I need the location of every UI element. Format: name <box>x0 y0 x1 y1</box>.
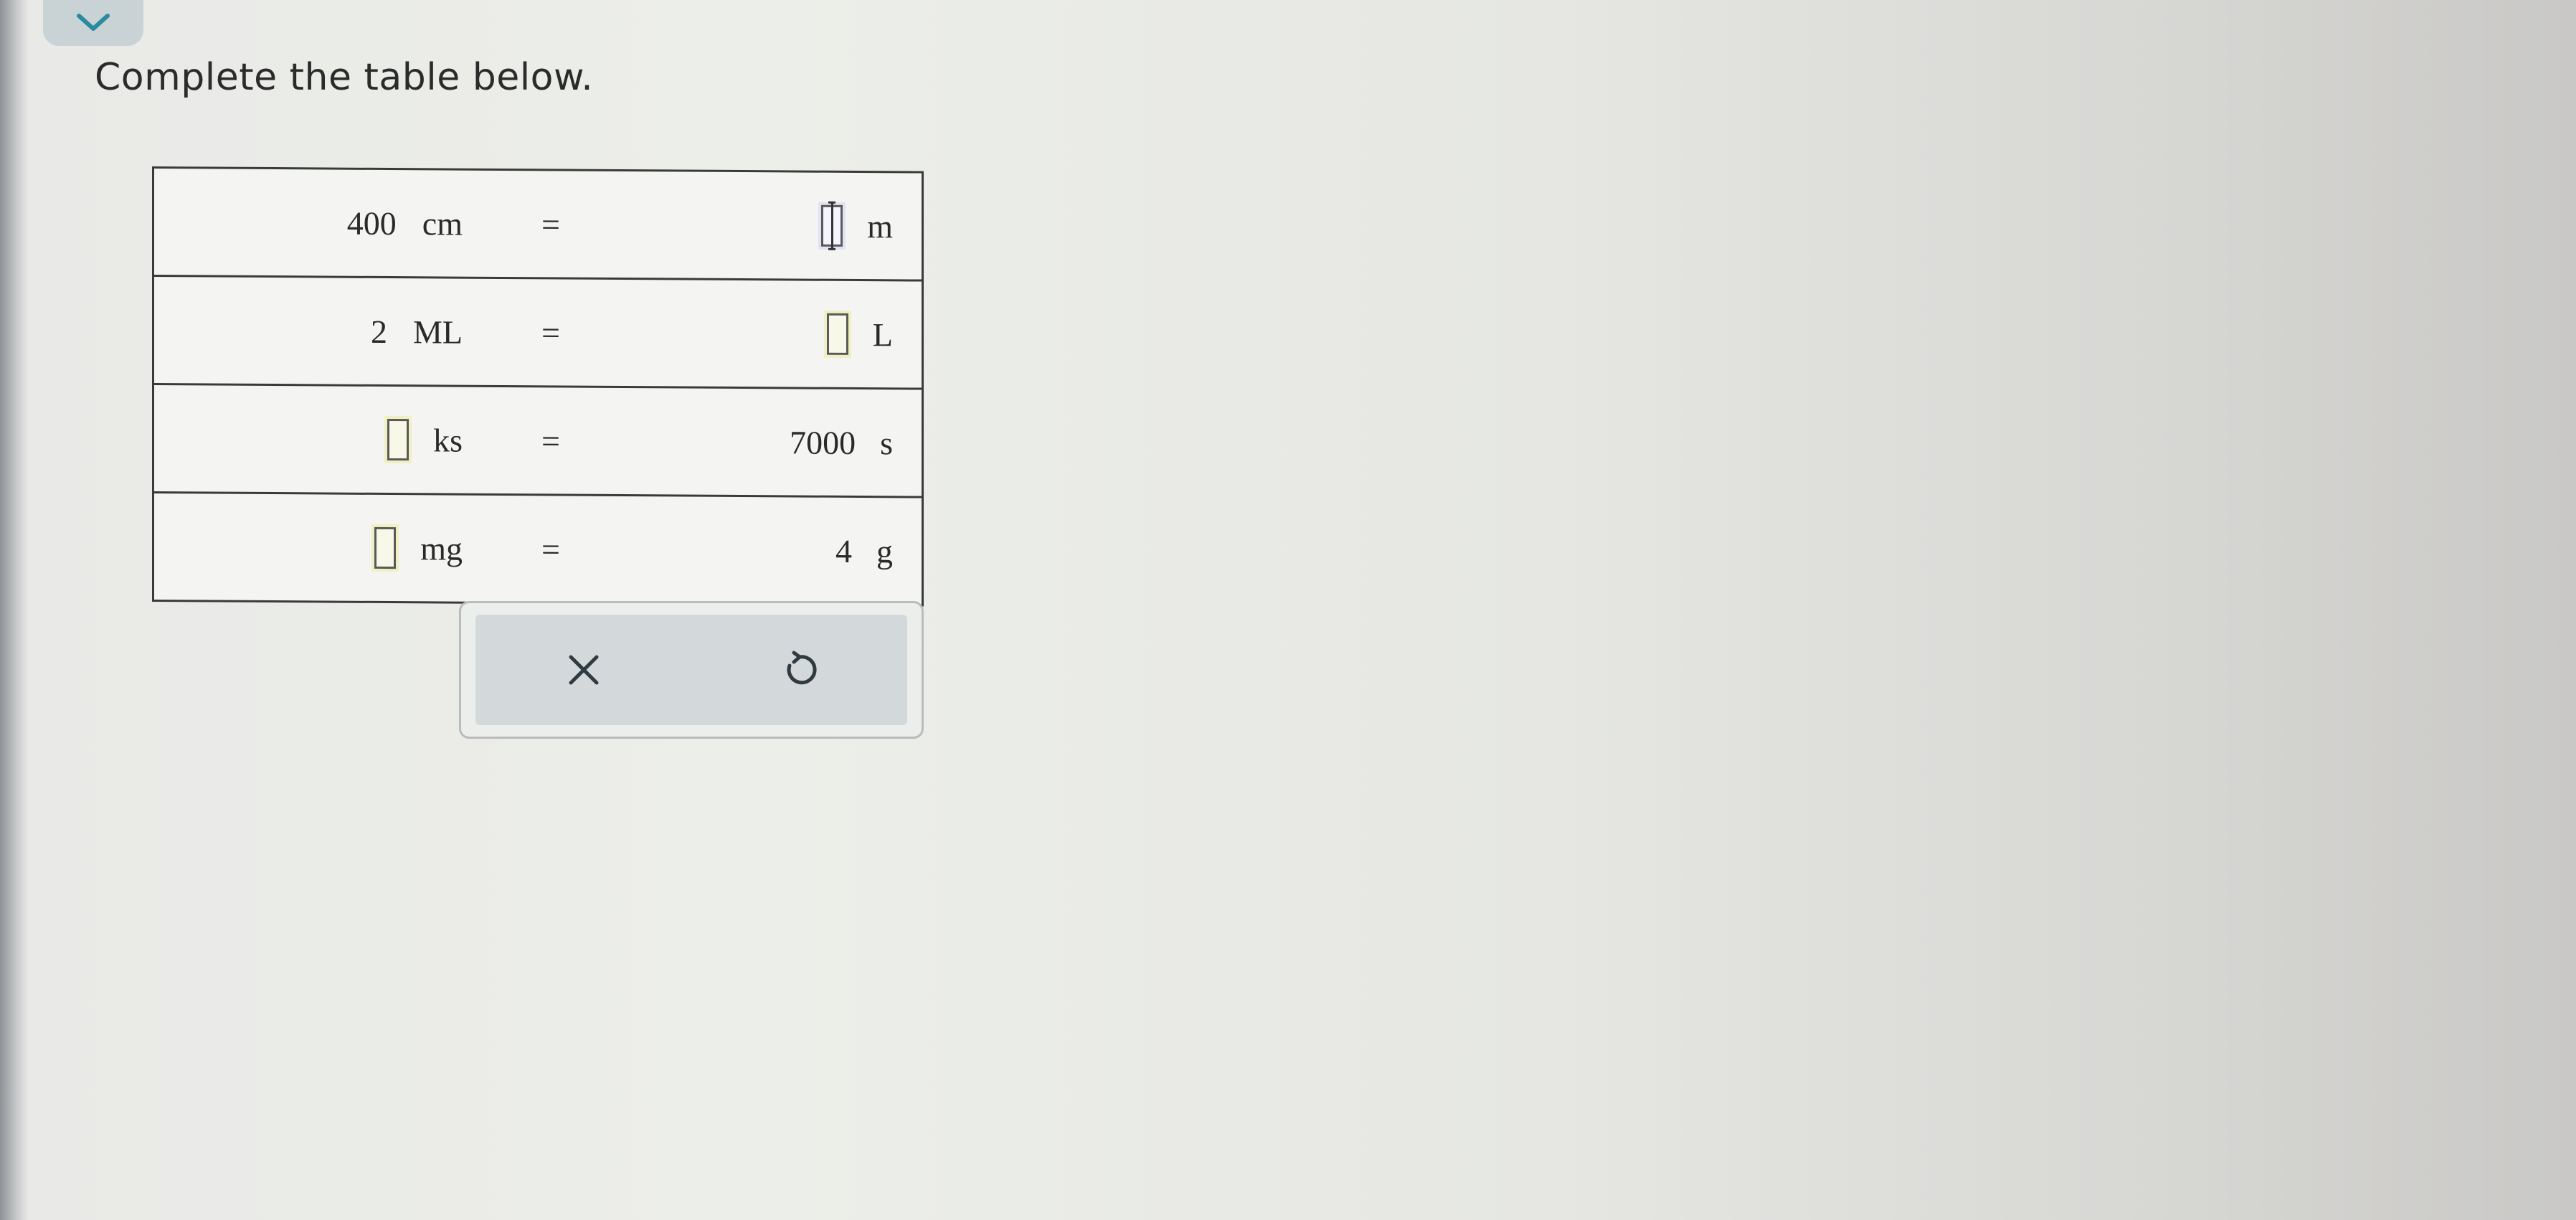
lhs-unit: cm <box>422 204 463 242</box>
rhs-cell: m <box>699 172 922 280</box>
rhs-unit: L <box>872 316 893 353</box>
equals-sign: = <box>527 171 699 278</box>
clear-button[interactable] <box>541 627 627 713</box>
equals-sign: = <box>527 279 699 386</box>
collapse-toggle[interactable] <box>43 0 143 46</box>
lhs-cell: 400 cm <box>154 169 527 277</box>
rhs-cell: 4 g <box>699 497 922 605</box>
lhs-unit: mg <box>420 529 463 567</box>
table-row: 2 ML = L <box>154 277 922 390</box>
action-bar <box>475 615 907 725</box>
answer-input-m[interactable] <box>821 202 843 250</box>
lhs-cell: 2 ML <box>154 277 527 385</box>
rhs-value: 4 <box>835 532 852 569</box>
lhs-cell: mg <box>154 493 527 602</box>
rhs-unit: s <box>880 424 893 461</box>
screen-edge <box>0 0 29 1220</box>
equals-sign: = <box>527 496 699 602</box>
rhs-cell: L <box>699 280 922 388</box>
table-row: 400 cm = m <box>154 169 922 282</box>
lhs-value: 2 <box>371 313 387 350</box>
equals-text: = <box>541 530 560 567</box>
lhs-value: 400 <box>346 204 397 242</box>
rhs-cell: 7000 s <box>699 389 922 496</box>
answer-input-mg[interactable] <box>374 526 397 569</box>
answer-input-ks[interactable] <box>387 419 409 461</box>
rhs-unit: g <box>876 532 893 569</box>
lhs-cell: ks <box>154 385 527 493</box>
equals-text: = <box>541 205 560 242</box>
lhs-unit: ks <box>433 421 463 459</box>
rhs-value: 7000 <box>790 423 856 461</box>
equals-sign: = <box>527 387 699 494</box>
lhs-unit: ML <box>413 313 463 351</box>
chevron-down-icon <box>77 14 110 31</box>
undo-icon <box>787 651 817 685</box>
conversion-table: 400 cm = m 2 ML = L ks = 7000 s mg = 4 g <box>152 166 924 607</box>
answer-action-panel <box>459 601 924 739</box>
undo-button[interactable] <box>757 627 843 713</box>
answer-input-L[interactable] <box>826 313 848 355</box>
equals-text: = <box>541 313 560 351</box>
close-icon <box>569 655 598 685</box>
table-row: mg = 4 g <box>154 493 922 605</box>
table-row: ks = 7000 s <box>154 385 922 498</box>
text-cursor <box>831 202 834 250</box>
equals-text: = <box>541 422 560 459</box>
rhs-unit: m <box>867 207 893 245</box>
question-prompt: Complete the table below. <box>95 56 594 99</box>
